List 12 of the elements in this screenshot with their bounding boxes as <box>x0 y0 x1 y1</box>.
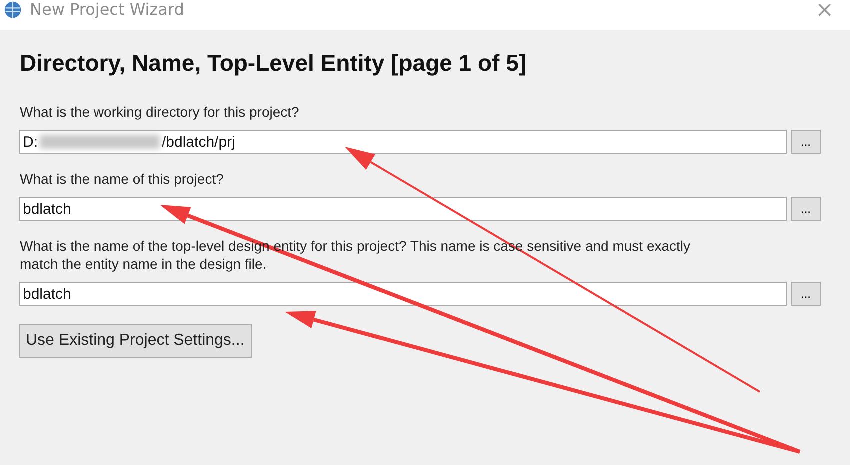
field-label: What is the name of this project? <box>20 170 225 188</box>
browse-button[interactable]: ... <box>791 130 821 154</box>
input-field[interactable]: bdlatch <box>19 282 787 306</box>
input-field[interactable]: bdlatch <box>19 197 787 221</box>
field-label: What is the working directory for this project? <box>20 103 300 121</box>
use-existing-settings-button[interactable]: Use Existing Project Settings... <box>19 324 252 358</box>
page-heading: Directory, Name, Top-Level Entity [page 1 of 5] <box>20 50 528 77</box>
browse-button[interactable]: ... <box>791 282 821 306</box>
input-field[interactable]: D: /bdlatch/prj <box>19 130 787 154</box>
globe-icon <box>4 1 22 19</box>
browse-button[interactable]: ... <box>791 197 821 221</box>
window-title: New Project Wizard <box>30 0 186 20</box>
